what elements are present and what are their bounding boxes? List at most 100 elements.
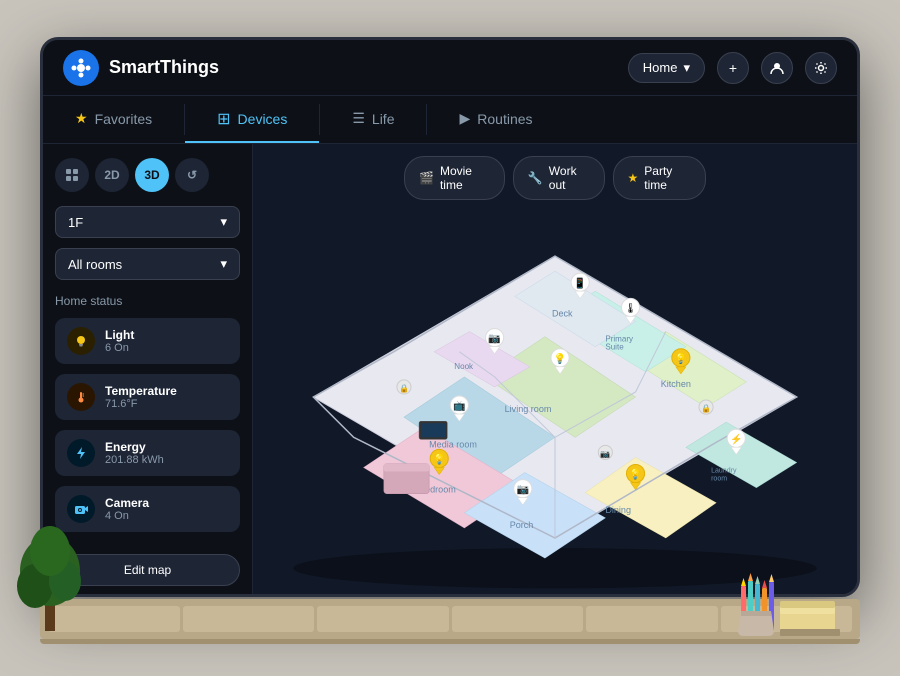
logo-icon xyxy=(63,50,99,86)
floor-chevron-icon: ▾ xyxy=(220,214,227,230)
grid-view-btn[interactable] xyxy=(55,158,89,192)
header-right: Home ▾ + xyxy=(628,52,837,84)
movie-label: Movie time xyxy=(440,164,490,192)
view-controls: 2D 3D ↺ xyxy=(55,158,240,192)
drawer-2 xyxy=(183,606,315,632)
logo-area: SmartThings xyxy=(63,50,219,86)
tv-frame: SmartThings Home ▾ + xyxy=(40,37,860,597)
desk-items xyxy=(736,566,840,636)
workout-btn[interactable]: 🔧 Work out xyxy=(513,156,605,200)
svg-text:💡: 💡 xyxy=(433,452,446,465)
home-selector[interactable]: Home ▾ xyxy=(628,53,705,83)
routines-icon: ▶ xyxy=(459,110,470,127)
svg-text:Suite: Suite xyxy=(605,343,624,352)
tab-devices-label: Devices xyxy=(238,111,288,127)
svg-text:Porch: Porch xyxy=(510,520,534,530)
light-label: Light xyxy=(105,328,134,342)
status-light[interactable]: Light 6 On xyxy=(55,318,240,364)
temperature-label: Temperature xyxy=(105,384,177,398)
2d-view-btn[interactable]: 2D xyxy=(95,158,129,192)
svg-text:📺: 📺 xyxy=(453,400,466,412)
tab-devices[interactable]: ⊞ Devices xyxy=(185,96,319,143)
svg-text:Living room: Living room xyxy=(505,404,552,414)
camera-value: 4 On xyxy=(105,510,149,522)
map-area: 🎬 Movie time 🔧 Work out ★ Party time xyxy=(253,144,857,597)
add-button[interactable]: + xyxy=(717,52,749,84)
svg-text:💡: 💡 xyxy=(675,352,688,365)
movie-icon: 🎬 xyxy=(419,171,434,185)
energy-icon xyxy=(67,439,95,467)
svg-text:room: room xyxy=(711,476,727,483)
svg-text:Nook: Nook xyxy=(454,362,474,371)
quick-actions: 🎬 Movie time 🔧 Work out ★ Party time xyxy=(404,156,706,200)
party-icon: ★ xyxy=(628,171,639,185)
svg-text:Media room: Media room xyxy=(429,439,477,449)
camera-info: Camera 4 On xyxy=(105,496,149,522)
nav-tabs: ★ Favorites ⊞ Devices ☰ Life ▶ Routines xyxy=(43,96,857,144)
status-energy[interactable]: Energy 201.88 kWh xyxy=(55,430,240,476)
svg-text:Kitchen: Kitchen xyxy=(661,379,691,389)
svg-text:Deck: Deck xyxy=(552,308,573,318)
3d-view-btn[interactable]: 3D xyxy=(135,158,169,192)
floor-label: 1F xyxy=(68,215,83,230)
svg-text:Laundry: Laundry xyxy=(711,468,737,475)
svg-text:💡: 💡 xyxy=(629,468,642,481)
app-name: SmartThings xyxy=(109,57,219,78)
svg-text:🔒: 🔒 xyxy=(701,404,711,413)
energy-label: Energy xyxy=(105,440,164,454)
svg-text:💡: 💡 xyxy=(554,352,567,365)
svg-text:Dining: Dining xyxy=(605,505,631,515)
drawer-5 xyxy=(586,606,718,632)
settings-button[interactable] xyxy=(805,52,837,84)
favorites-icon: ★ xyxy=(75,110,88,127)
temperature-value: 71.6°F xyxy=(105,398,177,410)
home-status-title: Home status xyxy=(55,294,240,308)
floor-plan: Living room Media room Bedroom Porch Din… xyxy=(263,194,847,590)
2d-label: 2D xyxy=(104,168,119,182)
svg-text:📱: 📱 xyxy=(574,276,587,289)
tab-routines[interactable]: ▶ Routines xyxy=(427,96,564,143)
devices-icon: ⊞ xyxy=(217,109,230,129)
energy-value: 201.88 kWh xyxy=(105,454,164,466)
3d-label: 3D xyxy=(144,168,159,182)
party-label: Party time xyxy=(644,164,691,192)
room-selector[interactable]: All rooms ▾ xyxy=(55,248,240,280)
home-label: Home xyxy=(643,60,678,75)
room-chevron-icon: ▾ xyxy=(220,256,227,272)
tab-favorites-label: Favorites xyxy=(95,111,153,127)
svg-text:🔒: 🔒 xyxy=(399,384,409,393)
svg-text:📷: 📷 xyxy=(600,449,610,458)
app-header: SmartThings Home ▾ + xyxy=(43,40,857,96)
floor-selector[interactable]: 1F ▾ xyxy=(55,206,240,238)
tab-favorites[interactable]: ★ Favorites xyxy=(43,96,184,143)
profile-button[interactable] xyxy=(761,52,793,84)
chevron-icon: ▾ xyxy=(683,60,690,76)
drawer-4 xyxy=(452,606,584,632)
drawer-3 xyxy=(317,606,449,632)
svg-text:📷: 📷 xyxy=(488,334,501,345)
main-content: 2D 3D ↺ 1F ▾ All rooms ▾ xyxy=(43,144,857,597)
energy-info: Energy 201.88 kWh xyxy=(105,440,164,466)
history-icon: ↺ xyxy=(187,168,197,182)
movie-time-btn[interactable]: 🎬 Movie time xyxy=(404,156,505,200)
history-btn[interactable]: ↺ xyxy=(175,158,209,192)
tab-routines-label: Routines xyxy=(477,111,532,127)
temperature-info: Temperature 71.6°F xyxy=(105,384,177,410)
light-info: Light 6 On xyxy=(105,328,134,354)
workout-icon: 🔧 xyxy=(528,171,543,185)
svg-text:🌡: 🌡 xyxy=(624,302,637,314)
room-label: All rooms xyxy=(68,257,122,272)
life-icon: ☰ xyxy=(352,110,365,127)
temperature-icon xyxy=(67,383,95,411)
light-icon xyxy=(67,327,95,355)
tab-life[interactable]: ☰ Life xyxy=(320,96,426,143)
camera-label: Camera xyxy=(105,496,149,510)
svg-text:⚡: ⚡ xyxy=(730,432,743,445)
svg-text:📷: 📷 xyxy=(517,485,530,496)
plant-decoration xyxy=(15,511,85,646)
party-time-btn[interactable]: ★ Party time xyxy=(613,156,707,200)
status-temperature[interactable]: Temperature 71.6°F xyxy=(55,374,240,420)
light-value: 6 On xyxy=(105,342,134,354)
workout-label: Work out xyxy=(549,164,590,192)
tab-life-label: Life xyxy=(372,111,395,127)
